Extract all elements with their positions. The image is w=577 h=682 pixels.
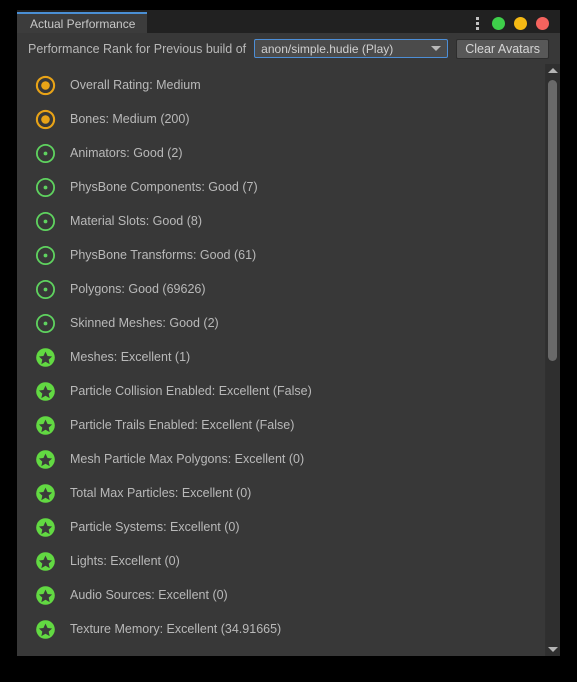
avatar-build-dropdown[interactable]: anon/simple.hudie (Play) (254, 39, 449, 58)
rank-excellent-icon (35, 347, 56, 368)
window-dot-green[interactable] (492, 17, 505, 30)
performance-stat-label: Texture Memory: Excellent (34.91665) (70, 622, 282, 636)
clear-avatars-button[interactable]: Clear Avatars (456, 38, 549, 59)
performance-stat-label: Particle Trails Enabled: Excellent (Fals… (70, 418, 295, 432)
performance-stat-row: Bones: Medium (200) (17, 102, 545, 136)
performance-body: Overall Rating: Medium Bones: Medium (200… (17, 64, 560, 656)
rank-medium-icon (35, 75, 56, 96)
performance-stat-label: Lights: Excellent (0) (70, 554, 180, 568)
performance-stat-row: Material Slots: Good (8) (17, 204, 545, 238)
window-dot-yellow[interactable] (514, 17, 527, 30)
performance-stat-label: Animators: Good (2) (70, 146, 183, 160)
scroll-down-arrow-icon[interactable] (546, 643, 560, 656)
performance-window: Actual Performance Performance Rank for … (17, 10, 560, 656)
performance-stat-row: Polygons: Good (69626) (17, 272, 545, 306)
performance-stat-list: Overall Rating: Medium Bones: Medium (200… (17, 64, 545, 656)
rank-excellent-icon (35, 415, 56, 436)
window-controls (476, 17, 560, 33)
performance-stat-row: Skinned Meshes: Good (2) (17, 306, 545, 340)
performance-stat-label: Polygons: Good (69626) (70, 282, 206, 296)
performance-stat-label: Material Slots: Good (8) (70, 214, 202, 228)
rank-excellent-icon (35, 483, 56, 504)
performance-stat-row: Particle Systems: Excellent (0) (17, 510, 545, 544)
rank-excellent-icon (35, 585, 56, 606)
rank-good-icon (35, 143, 56, 164)
performance-stat-row: PhysBone Transforms: Good (61) (17, 238, 545, 272)
scrollbar-thumb[interactable] (548, 80, 557, 361)
rank-excellent-icon (35, 517, 56, 538)
performance-stat-row: Lights: Excellent (0) (17, 544, 545, 578)
performance-stat-label: Skinned Meshes: Good (2) (70, 316, 219, 330)
kebab-menu-icon[interactable] (476, 17, 479, 30)
performance-stat-label: Meshes: Excellent (1) (70, 350, 191, 364)
tab-actual-performance[interactable]: Actual Performance (17, 12, 148, 33)
rank-excellent-icon (35, 619, 56, 640)
performance-stat-row: Meshes: Excellent (1) (17, 340, 545, 374)
tab-bar: Actual Performance (17, 10, 560, 33)
rank-excellent-icon (35, 381, 56, 402)
performance-stat-label: Overall Rating: Medium (70, 78, 201, 92)
performance-stat-label: Total Max Particles: Excellent (0) (70, 486, 252, 500)
rank-excellent-icon (35, 449, 56, 470)
toolbar: Performance Rank for Previous build of a… (17, 33, 560, 64)
rank-good-icon (35, 177, 56, 198)
window-dot-red[interactable] (536, 17, 549, 30)
performance-stat-label: PhysBone Components: Good (7) (70, 180, 258, 194)
performance-stat-row: Particle Collision Enabled: Excellent (F… (17, 374, 545, 408)
vertical-scrollbar[interactable] (545, 64, 560, 656)
performance-stat-label: Audio Sources: Excellent (0) (70, 588, 228, 602)
performance-stat-row: Overall Rating: Medium (17, 68, 545, 102)
performance-stat-row: Mesh Particle Max Polygons: Excellent (0… (17, 442, 545, 476)
scroll-up-arrow-icon[interactable] (546, 64, 560, 77)
rank-medium-icon (35, 109, 56, 130)
toolbar-label: Performance Rank for Previous build of (28, 41, 247, 56)
performance-stat-row: Audio Sources: Excellent (0) (17, 578, 545, 612)
avatar-build-dropdown-value: anon/simple.hudie (Play) (261, 41, 394, 56)
performance-stat-label: PhysBone Transforms: Good (61) (70, 248, 257, 262)
tab-label: Actual Performance (30, 16, 136, 31)
performance-stat-label: Particle Systems: Excellent (0) (70, 520, 240, 534)
rank-good-icon (35, 313, 56, 334)
performance-stat-row: Animators: Good (2) (17, 136, 545, 170)
performance-stat-label: Mesh Particle Max Polygons: Excellent (0… (70, 452, 305, 466)
rank-good-icon (35, 211, 56, 232)
rank-good-icon (35, 279, 56, 300)
performance-stat-row: Texture Memory: Excellent (34.91665) (17, 612, 545, 646)
rank-good-icon (35, 245, 56, 266)
performance-stat-row: Total Max Particles: Excellent (0) (17, 476, 545, 510)
chevron-down-icon (431, 46, 442, 51)
performance-stat-label: Bones: Medium (200) (70, 112, 190, 126)
performance-stat-label: Particle Collision Enabled: Excellent (F… (70, 384, 312, 398)
performance-stat-row: PhysBone Components: Good (7) (17, 170, 545, 204)
performance-stat-row: Particle Trails Enabled: Excellent (Fals… (17, 408, 545, 442)
rank-excellent-icon (35, 551, 56, 572)
